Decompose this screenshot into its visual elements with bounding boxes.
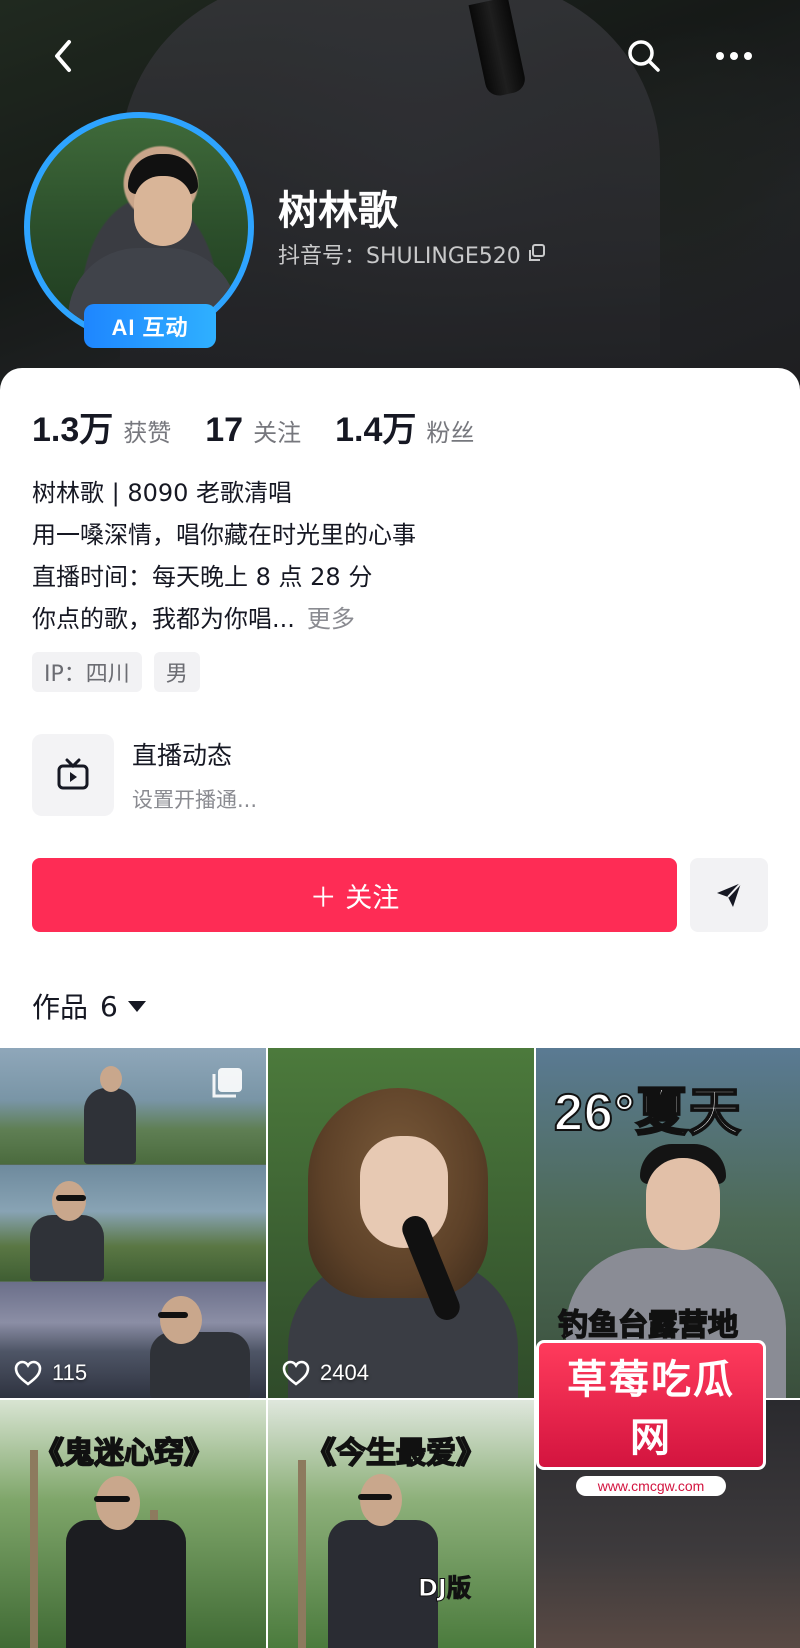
video-tile[interactable]: 2404 (268, 1048, 534, 1398)
ip-location-tag: IP：四川 (32, 652, 142, 692)
video-caption-overlay: 钓鱼台露营地 (557, 1307, 739, 1344)
bio-more-link[interactable]: 更多 (307, 605, 355, 633)
heart-icon (282, 1360, 310, 1386)
gender-tag: 男 (153, 652, 200, 692)
works-count: 6 (100, 989, 118, 1023)
ai-interaction-badge[interactable]: AI 互动 (84, 304, 216, 348)
live-updates-entry[interactable]: 直播动态 设置开播通... (32, 734, 257, 816)
stat-label: 获赞 (123, 419, 172, 447)
share-button[interactable] (690, 858, 768, 932)
search-button[interactable] (618, 30, 670, 82)
stat-value: 1.4万 (335, 411, 417, 449)
video-title-overlay: 《鬼迷心窍》 (33, 1435, 215, 1472)
douyin-id-row: 抖音号：SHULINGE520 (278, 238, 549, 270)
douyin-id-text: 抖音号：SHULINGE520 (278, 244, 521, 269)
search-icon (628, 40, 660, 72)
multi-image-icon (212, 1068, 242, 1098)
bio-line-last: 你点的歌，我都为你唱... 更多 (32, 598, 772, 640)
stats-row: 1.3万 获赞 17 关注 1.4万 粉丝 (32, 402, 508, 451)
bio: 树林歌 | 8090 老歌清唱 用一嗓深情，唱你藏在时光里的心事 直播时间：每天… (32, 472, 772, 640)
stat-followers[interactable]: 1.4万 粉丝 (335, 402, 474, 451)
stat-value: 17 (205, 411, 244, 449)
video-tile[interactable]: 《鬼迷心窍》 (0, 1400, 266, 1648)
video-likes: 2404 (282, 1360, 369, 1386)
bio-line: 用一嗓深情，唱你藏在时光里的心事 (32, 521, 416, 549)
works-title: 作品 (32, 991, 89, 1024)
video-title-overlay: 26°夏天 (553, 1083, 742, 1143)
video-tile[interactable]: 115 (0, 1048, 266, 1398)
back-button[interactable] (38, 30, 90, 82)
more-button[interactable] (708, 30, 760, 82)
tv-icon (57, 758, 89, 790)
bio-line: 直播时间：每天晚上 8 点 28 分 (32, 563, 373, 591)
stat-label: 关注 (253, 419, 302, 447)
stat-label: 粉丝 (426, 419, 475, 447)
more-horizontal-icon (716, 52, 752, 60)
video-tile[interactable]: 《今生最爱》 DJ版 (268, 1400, 534, 1648)
avatar-container[interactable]: AI 互动 (24, 112, 254, 348)
stat-likes[interactable]: 1.3万 获赞 (32, 402, 171, 451)
live-title: 直播动态 (132, 741, 233, 770)
likes-count: 2404 (320, 1360, 369, 1385)
bio-line: 树林歌 | 8090 老歌清唱 (32, 479, 293, 507)
watermark-url: www.cmcgw.com (576, 1476, 726, 1496)
stat-following[interactable]: 17 关注 (205, 411, 301, 450)
works-tab[interactable]: 作品 6 (32, 986, 146, 1026)
profile-tags: IP：四川 男 (32, 652, 200, 692)
caret-down-icon (127, 1000, 146, 1012)
video-caption-overlay: DJ版 (418, 1574, 472, 1603)
send-icon (717, 882, 742, 907)
video-likes: 115 (14, 1360, 87, 1386)
bio-line-text: 你点的歌，我都为你唱... (32, 605, 295, 633)
live-subtitle: 设置开播通... (132, 788, 258, 812)
chevron-left-icon (55, 40, 71, 72)
watermark-title: 草莓吃瓜网 (536, 1340, 766, 1470)
profile-name: 树林歌 (278, 188, 398, 234)
copy-icon[interactable] (527, 243, 549, 265)
watermark: 草莓吃瓜网 www.cmcgw.com (536, 1340, 766, 1496)
video-title-overlay: 《今生最爱》 (305, 1435, 487, 1472)
likes-count: 115 (52, 1360, 88, 1385)
stat-value: 1.3万 (32, 411, 114, 449)
live-icon-box (32, 734, 114, 816)
follow-button[interactable]: ＋ 关注 (32, 858, 677, 932)
heart-icon (14, 1360, 42, 1386)
